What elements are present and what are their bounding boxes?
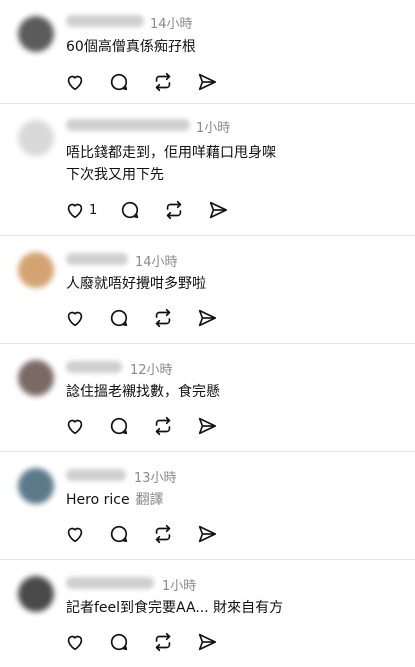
share-icon xyxy=(207,199,229,221)
comment-button[interactable] xyxy=(119,199,141,221)
comment-button[interactable] xyxy=(108,631,130,653)
like-button[interactable]: 1 xyxy=(64,199,97,221)
share-button[interactable] xyxy=(196,71,218,93)
repost-icon xyxy=(152,631,174,653)
reply-post: 1小時 記者feel到食完要AA... 財來自有方 xyxy=(0,560,415,667)
repost-button[interactable] xyxy=(152,415,174,437)
share-button[interactable] xyxy=(196,523,218,545)
reply-text-line: 60個高僧真係痴孖根 xyxy=(66,39,196,55)
like-button[interactable] xyxy=(64,71,86,93)
repost-icon xyxy=(152,307,174,329)
avatar[interactable] xyxy=(18,360,54,396)
timestamp: 14小時 xyxy=(135,255,178,270)
action-bar: 1 xyxy=(64,198,251,222)
repost-icon xyxy=(163,199,185,221)
comment-icon xyxy=(108,307,130,329)
username-blurred[interactable] xyxy=(66,253,128,265)
reply-text: 人廢就唔好攪咁多野啦 xyxy=(66,273,206,295)
timestamp: 13小時 xyxy=(134,471,177,486)
action-bar xyxy=(64,630,240,654)
avatar[interactable] xyxy=(18,16,54,52)
heart-icon xyxy=(64,71,86,93)
like-count: 1 xyxy=(89,202,98,218)
reply-text: 唔比錢都走到，佢用咩藉口甩身㗎 下次我又用下先 xyxy=(66,142,276,186)
timestamp: 12小時 xyxy=(130,363,173,378)
username-blurred[interactable] xyxy=(66,577,154,589)
reply-feed: 14小時 60個高僧真係痴孖根 1小時 唔比錢都走到，佢用咩藉口甩身㗎 下次我又… xyxy=(0,0,415,667)
reply-text-line: 人廢就唔好攪咁多野啦 xyxy=(66,276,206,292)
like-button[interactable] xyxy=(64,415,86,437)
share-button[interactable] xyxy=(196,415,218,437)
comment-icon xyxy=(108,415,130,437)
reply-text-line: 諗住搵老襯找數，食完懸 xyxy=(66,384,220,400)
share-button[interactable] xyxy=(196,307,218,329)
action-bar xyxy=(64,70,240,94)
heart-icon xyxy=(64,631,86,653)
repost-icon xyxy=(152,415,174,437)
avatar[interactable] xyxy=(18,120,54,156)
reply-text: 諗住搵老襯找數，食完懸 xyxy=(66,381,220,403)
comment-button[interactable] xyxy=(108,523,130,545)
heart-icon xyxy=(64,307,86,329)
username-blurred[interactable] xyxy=(66,15,144,27)
share-icon xyxy=(196,523,218,545)
reply-text: Hero rice 翻譯 xyxy=(66,489,164,511)
repost-icon xyxy=(152,71,174,93)
avatar[interactable] xyxy=(18,252,54,288)
reply-text-line: Hero rice xyxy=(66,492,130,508)
repost-button[interactable] xyxy=(152,307,174,329)
reply-post: 12小時 諗住搵老襯找數，食完懸 xyxy=(0,344,415,452)
share-icon xyxy=(196,415,218,437)
repost-icon xyxy=(152,523,174,545)
action-bar xyxy=(64,522,240,546)
action-bar xyxy=(64,306,240,330)
heart-icon xyxy=(64,415,86,437)
reply-text-line: 記者feel到食完要AA... 財來自有方 xyxy=(66,600,284,616)
like-button[interactable] xyxy=(64,631,86,653)
repost-button[interactable] xyxy=(152,523,174,545)
reply-post: 13小時 Hero rice 翻譯 xyxy=(0,452,415,560)
heart-icon xyxy=(64,523,86,545)
avatar[interactable] xyxy=(18,468,54,504)
timestamp: 1小時 xyxy=(196,121,231,136)
like-button[interactable] xyxy=(64,307,86,329)
share-icon xyxy=(196,307,218,329)
translate-link[interactable]: 翻譯 xyxy=(136,492,164,508)
reply-text-line: 唔比錢都走到，佢用咩藉口甩身㗎 xyxy=(66,145,276,161)
reply-post: 14小時 60個高僧真係痴孖根 xyxy=(0,0,415,104)
comment-icon xyxy=(108,71,130,93)
timestamp: 1小時 xyxy=(162,579,197,594)
share-icon xyxy=(196,71,218,93)
action-bar xyxy=(64,414,240,438)
comment-button[interactable] xyxy=(108,415,130,437)
share-button[interactable] xyxy=(196,631,218,653)
comment-button[interactable] xyxy=(108,71,130,93)
reply-post: 14小時 人廢就唔好攪咁多野啦 xyxy=(0,236,415,344)
like-button[interactable] xyxy=(64,523,86,545)
comment-button[interactable] xyxy=(108,307,130,329)
username-blurred[interactable] xyxy=(66,119,190,131)
repost-button[interactable] xyxy=(163,199,185,221)
username-blurred[interactable] xyxy=(66,469,126,481)
share-icon xyxy=(196,631,218,653)
timestamp: 14小時 xyxy=(150,17,193,32)
comment-icon xyxy=(108,523,130,545)
reply-text: 記者feel到食完要AA... 財來自有方 xyxy=(66,597,283,619)
avatar[interactable] xyxy=(18,576,54,612)
comment-icon xyxy=(108,631,130,653)
reply-text: 60個高僧真係痴孖根 xyxy=(66,36,196,58)
heart-icon xyxy=(64,199,86,221)
repost-button[interactable] xyxy=(152,631,174,653)
repost-button[interactable] xyxy=(152,71,174,93)
comment-icon xyxy=(119,199,141,221)
share-button[interactable] xyxy=(207,199,229,221)
reply-text-line: 下次我又用下先 xyxy=(66,167,164,183)
reply-post: 1小時 唔比錢都走到，佢用咩藉口甩身㗎 下次我又用下先 1 xyxy=(0,104,415,236)
username-blurred[interactable] xyxy=(66,361,122,373)
